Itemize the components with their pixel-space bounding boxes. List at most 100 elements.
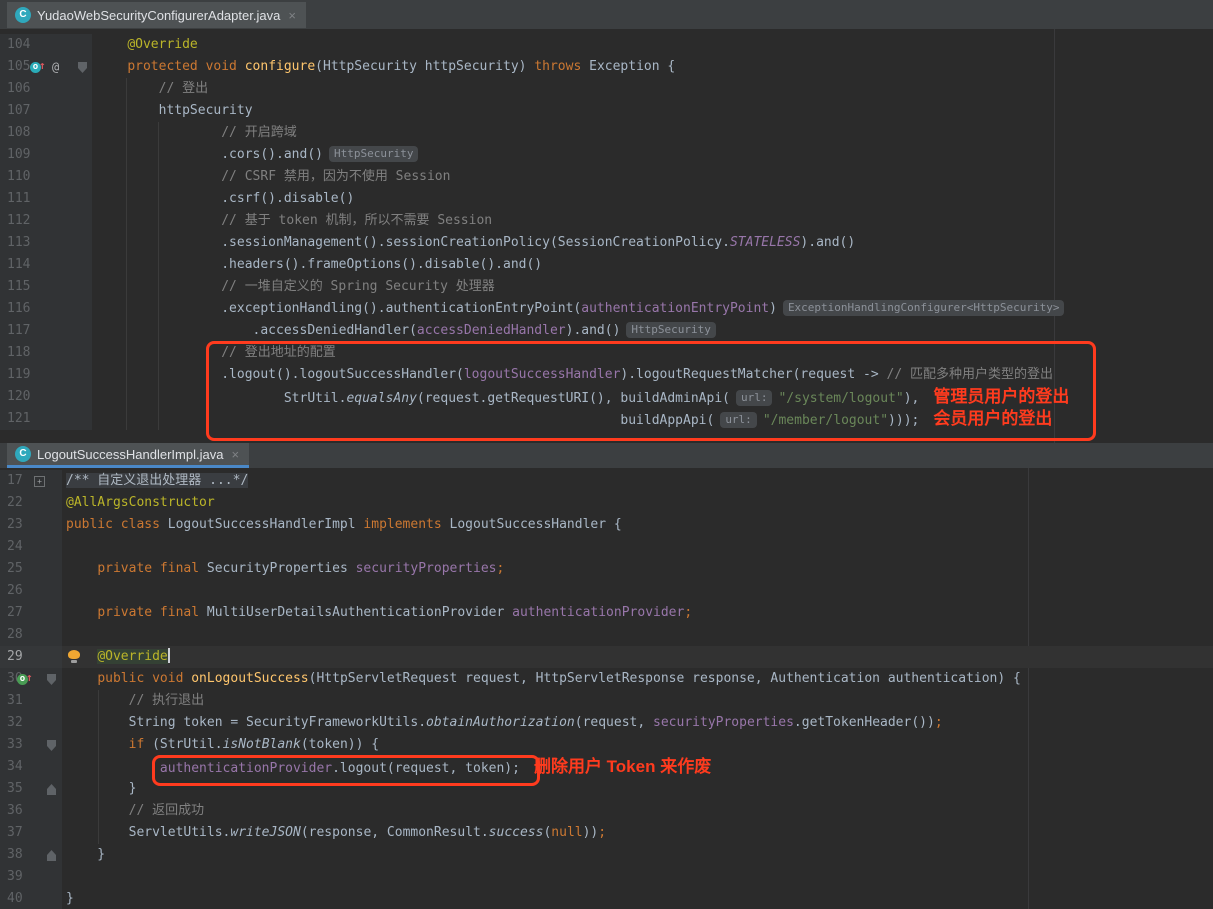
line-number[interactable]: 111 [7, 191, 30, 206]
code-text[interactable]: .cors().and()HttpSecurity [92, 144, 1213, 166]
fold-collapse-icon[interactable] [47, 674, 56, 685]
line-number[interactable]: 34 [7, 759, 23, 774]
lightbulb-icon[interactable] [68, 650, 80, 659]
line-number[interactable]: 114 [7, 257, 30, 272]
line-number[interactable]: 25 [7, 561, 23, 576]
code-text[interactable]: buildAppApi(url:"/member/logout")));会员用户… [92, 408, 1213, 430]
code-text[interactable]: .logout().logoutSuccessHandler(logoutSuc… [92, 364, 1213, 386]
line-number[interactable]: 117 [7, 323, 30, 338]
code-text[interactable]: StrUtil.equalsAny(request.getRequestURI(… [92, 386, 1213, 408]
code-text[interactable]: .headers().frameOptions().disable().and(… [92, 254, 1213, 276]
code-text[interactable] [62, 624, 1213, 646]
line-number[interactable]: 38 [7, 847, 23, 862]
line-number[interactable]: 110 [7, 169, 30, 184]
code-text[interactable]: // CSRF 禁用，因为不使用 Session [92, 166, 1213, 188]
close-icon[interactable]: × [288, 8, 296, 23]
code-text[interactable]: private final MultiUserDetailsAuthentica… [62, 602, 1213, 624]
code-text[interactable]: authenticationProvider.logout(request, t… [62, 756, 1213, 778]
line-number[interactable]: 121 [7, 411, 30, 426]
inlay-hint: HttpSecurity [626, 322, 715, 338]
code-text[interactable]: public class LogoutSuccessHandlerImpl im… [62, 514, 1213, 536]
code-line: 115 // 一堆自定义的 Spring Security 处理器 [0, 276, 1213, 298]
line-number[interactable]: 32 [7, 715, 23, 730]
code-text[interactable]: ServletUtils.writeJSON(response, CommonR… [62, 822, 1213, 844]
line-number[interactable]: 40 [7, 891, 23, 906]
override-method-icon[interactable]: o↑ [17, 673, 35, 686]
line-number[interactable]: 33 [7, 737, 23, 752]
code-text[interactable]: public void onLogoutSuccess(HttpServletR… [62, 668, 1213, 690]
annotation-icon[interactable]: @ [52, 56, 59, 78]
code-text[interactable]: // 一堆自定义的 Spring Security 处理器 [92, 276, 1213, 298]
line-number[interactable]: 37 [7, 825, 23, 840]
code-text[interactable]: private final SecurityProperties securit… [62, 558, 1213, 580]
tab-logout-success-handler-impl[interactable]: C LogoutSuccessHandlerImpl.java × [7, 443, 249, 468]
code-text[interactable]: .exceptionHandling().authenticationEntry… [92, 298, 1213, 320]
code-text[interactable]: // 基于 token 机制，所以不需要 Session [92, 210, 1213, 232]
line-number[interactable]: 31 [7, 693, 23, 708]
gutter: 23 [0, 514, 62, 536]
line-number[interactable]: 109 [7, 147, 30, 162]
line-number[interactable]: 107 [7, 103, 30, 118]
code-text[interactable]: // 登出地址的配置 [92, 342, 1213, 364]
code-text[interactable]: .accessDeniedHandler(accessDeniedHandler… [92, 320, 1213, 342]
line-number[interactable]: 26 [7, 583, 23, 598]
code-text[interactable] [62, 580, 1213, 602]
code-text[interactable]: } [62, 844, 1213, 866]
line-number[interactable]: 27 [7, 605, 23, 620]
line-number[interactable]: 105 [7, 59, 30, 74]
line-number[interactable]: 118 [7, 345, 30, 360]
fold-collapse-end-icon[interactable] [47, 784, 56, 795]
fold-expand-icon[interactable]: + [34, 476, 45, 487]
code-text[interactable]: // 开启跨域 [92, 122, 1213, 144]
code-text[interactable]: .sessionManagement().sessionCreationPoli… [92, 232, 1213, 254]
line-number[interactable]: 36 [7, 803, 23, 818]
code-line: 113 .sessionManagement().sessionCreation… [0, 232, 1213, 254]
code-text[interactable]: if (StrUtil.isNotBlank(token)) { [62, 734, 1213, 756]
line-number[interactable]: 113 [7, 235, 30, 250]
fold-collapse-end-icon[interactable] [47, 850, 56, 861]
line-number[interactable]: 104 [7, 37, 30, 52]
code-line: 25 private final SecurityProperties secu… [0, 558, 1213, 580]
line-number[interactable]: 116 [7, 301, 30, 316]
close-icon[interactable]: × [231, 447, 239, 462]
code-text[interactable]: /** 自定义退出处理器 ...*/ [62, 470, 1213, 492]
fold-collapse-icon[interactable] [47, 740, 56, 751]
red-annotation-text: 管理员用户的登出 [933, 387, 1069, 406]
code-text[interactable]: @Override [62, 646, 1213, 668]
inlay-hint: ExceptionHandlingConfigurer<HttpSecurity… [783, 300, 1065, 316]
line-number[interactable]: 112 [7, 213, 30, 228]
code-text[interactable]: protected void configure(HttpSecurity ht… [92, 56, 1213, 78]
gutter: 31 [0, 690, 62, 712]
override-method-icon[interactable]: o↑ [30, 61, 48, 74]
code-text[interactable]: httpSecurity [92, 100, 1213, 122]
code-text[interactable]: @AllArgsConstructor [62, 492, 1213, 514]
line-number[interactable]: 29 [7, 649, 23, 664]
line-number[interactable]: 35 [7, 781, 23, 796]
code-text[interactable]: @Override [92, 34, 1213, 56]
line-number[interactable]: 115 [7, 279, 30, 294]
line-number[interactable]: 120 [7, 389, 30, 404]
line-number[interactable]: 22 [7, 495, 23, 510]
code-text[interactable] [62, 866, 1213, 888]
code-text[interactable]: } [62, 778, 1213, 800]
code-text[interactable]: } [62, 888, 1213, 909]
code-text[interactable]: // 返回成功 [62, 800, 1213, 822]
editor-bottom-pane[interactable]: 17 + /** 自定义退出处理器 ...*/ 22 @AllArgsConstruct… [0, 468, 1213, 909]
code-text[interactable]: String token = SecurityFrameworkUtils.ob… [62, 712, 1213, 734]
red-annotation-text: 删除用户 Token 来作废 [534, 757, 711, 776]
line-number[interactable]: 28 [7, 627, 23, 642]
editor-top-pane[interactable]: 104 @Override 105o↑ @ protected void confi… [0, 29, 1213, 443]
fold-collapse-icon[interactable] [78, 62, 87, 73]
code-text[interactable] [62, 536, 1213, 558]
code-text[interactable]: // 登出 [92, 78, 1213, 100]
line-number[interactable]: 17 [7, 473, 23, 488]
line-number[interactable]: 106 [7, 81, 30, 96]
code-text[interactable]: .csrf().disable() [92, 188, 1213, 210]
line-number[interactable]: 39 [7, 869, 23, 884]
line-number[interactable]: 23 [7, 517, 23, 532]
code-text[interactable]: // 执行退出 [62, 690, 1213, 712]
line-number[interactable]: 108 [7, 125, 30, 140]
line-number[interactable]: 24 [7, 539, 23, 554]
line-number[interactable]: 119 [7, 367, 30, 382]
tab-yudao-web-security-configurer-adapter[interactable]: C YudaoWebSecurityConfigurerAdapter.java… [7, 2, 306, 28]
